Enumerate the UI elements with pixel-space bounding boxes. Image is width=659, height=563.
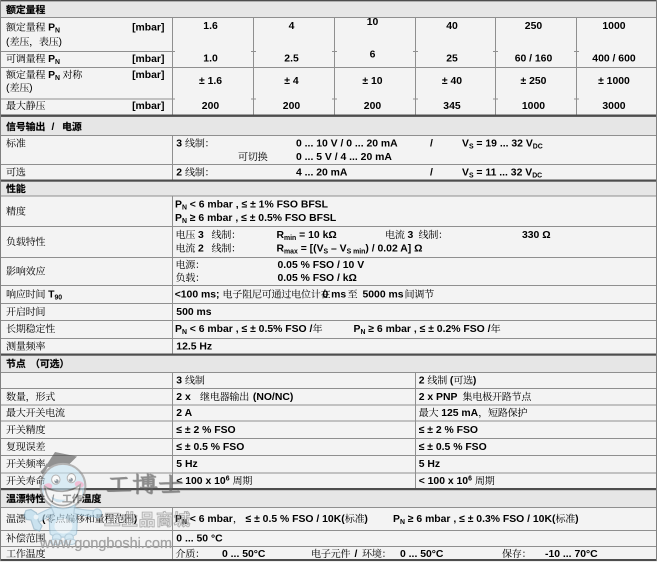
svg-text:5 Hz: 5 Hz [419,459,440,470]
svg-text:PN < 6 mbar , ≤ ± 0.5% FSO /: PN < 6 mbar , ≤ ± 0.5% FSO / [175,324,312,336]
svg-text:0 ... 50°C: 0 ... 50°C [222,549,266,560]
svg-text:5000 ms: 5000 ms [363,290,404,301]
svg-text:0.05 % FSO / 10 V: 0.05 % FSO / 10 V [278,260,365,271]
svg-text:/: / [430,168,433,179]
svg-text:2: 2 [198,244,204,255]
svg-text:VS = 19 ... 32 VDC: VS = 19 ... 32 VDC [462,139,543,151]
svg-text:0 ... 5 V / 4 ... 20 mA: 0 ... 5 V / 4 ... 20 mA [296,152,392,163]
svg-text:≤ ± 0.5 % FSO / 10K(: ≤ ± 0.5 % FSO / 10K( [246,514,346,525]
svg-text:): ) [59,37,62,48]
svg-text:PN ≥ 6 mbar , ≤ ± 0.3% FSO / 1: PN ≥ 6 mbar , ≤ ± 0.3% FSO / 10K( [393,514,556,526]
svg-text:≤ ± 2 % FSO: ≤ ± 2 % FSO [176,425,235,436]
svg-text:3000: 3000 [602,101,625,112]
svg-text:-10 ... 70°C: -10 ... 70°C [545,549,598,560]
svg-text:): ) [29,83,32,94]
svg-text:): ) [473,376,476,387]
svg-text:3: 3 [176,376,182,387]
svg-text:/: / [52,122,55,133]
svg-text:400 / 600: 400 / 600 [592,54,636,65]
svg-text:www.gongboshi.com: www.gongboshi.com [39,536,172,552]
svg-text:± 250: ± 250 [521,76,547,87]
svg-text:0 ... 50°C: 0 ... 50°C [400,549,444,560]
svg-text:(: ( [6,83,10,94]
svg-text:4: 4 [289,21,295,32]
svg-text:60 / 160: 60 / 160 [515,54,553,65]
svg-text:(: ( [450,376,454,387]
svg-text:2: 2 [176,168,182,179]
svg-text:200: 200 [202,101,220,112]
svg-text:5 Hz: 5 Hz [176,459,197,470]
svg-text:200: 200 [283,101,301,112]
svg-text:0.05 % FSO / kΩ: 0.05 % FSO / kΩ [278,273,357,284]
svg-text:/: / [355,549,358,560]
svg-text:3: 3 [198,230,204,241]
svg-text:(NO/NC): (NO/NC) [253,392,293,403]
svg-text:± 1.6: ± 1.6 [199,76,222,87]
svg-text:): ) [364,514,367,525]
svg-text:2 A: 2 A [176,408,192,419]
svg-text:250: 250 [525,21,543,32]
svg-text:): ) [575,514,578,525]
svg-text:200: 200 [364,101,382,112]
svg-text:10: 10 [367,17,379,28]
svg-text:6: 6 [370,50,376,61]
svg-text:12.5 Hz: 12.5 Hz [176,342,212,353]
svg-text:≤ ± 0.5 % FSO: ≤ ± 0.5 % FSO [176,442,244,453]
svg-text:≤ ± 0.5 % FSO: ≤ ± 0.5 % FSO [419,442,487,453]
svg-text:/: / [430,139,433,150]
svg-text:1.0: 1.0 [203,54,218,65]
svg-text:[mbar]: [mbar] [132,70,164,81]
svg-text:< 100 x 106: < 100 x 106 [419,475,472,487]
svg-text:[mbar]: [mbar] [132,101,164,112]
svg-text:40: 40 [446,21,458,32]
svg-text:4 ... 20 mA: 4 ... 20 mA [296,168,348,179]
svg-text:± 10: ± 10 [362,76,382,87]
svg-text:3: 3 [408,230,414,241]
svg-text:[mbar]: [mbar] [132,54,164,65]
svg-text:± 40: ± 40 [442,76,462,87]
svg-text:345: 345 [443,101,461,112]
svg-text:≤ ± 2 % FSO: ≤ ± 2 % FSO [419,425,478,436]
svg-text:± 1000: ± 1000 [598,76,630,87]
svg-text:[mbar]: [mbar] [132,23,164,34]
svg-text:2.5: 2.5 [284,54,299,65]
svg-text:330 Ω: 330 Ω [522,230,551,241]
svg-text:0 ... 10 V / 0 ... 20 mA: 0 ... 10 V / 0 ... 20 mA [296,139,398,150]
svg-text:0 ... 50 °C: 0 ... 50 °C [176,534,223,545]
svg-text:VS = 11 ... 32 VDC: VS = 11 ... 32 VDC [462,168,542,180]
svg-text:3: 3 [176,139,182,150]
svg-text:25: 25 [446,54,458,65]
svg-text:1.6: 1.6 [203,21,218,32]
svg-text:125 mA: 125 mA [441,408,478,419]
svg-text:PN ≥ 6 mbar , ≤ ± 0.2% FSO /: PN ≥ 6 mbar , ≤ ± 0.2% FSO / [354,324,491,336]
svg-text:2 x PNP: 2 x PNP [419,392,458,403]
svg-text:2 x: 2 x [176,392,191,403]
svg-text:1000: 1000 [522,101,545,112]
svg-text:(: ( [6,37,10,48]
svg-text:500 ms: 500 ms [176,307,211,318]
svg-text:PN ≥ 6 mbar , ≤ ± 0.5% FSO BFS: PN ≥ 6 mbar , ≤ ± 0.5% FSO BFSL [175,213,337,225]
svg-text:PN < 6 mbar , ≤ ± 1% FSO BFSL: PN < 6 mbar , ≤ ± 1% FSO BFSL [175,200,329,212]
svg-text:2: 2 [419,376,425,387]
svg-text:1000: 1000 [602,21,625,32]
svg-text:<100 ms;: <100 ms; [175,290,220,301]
svg-text:0 ms: 0 ms [323,290,347,301]
svg-text:< 100 x 106: < 100 x 106 [176,475,229,487]
svg-text:± 4: ± 4 [284,76,299,87]
